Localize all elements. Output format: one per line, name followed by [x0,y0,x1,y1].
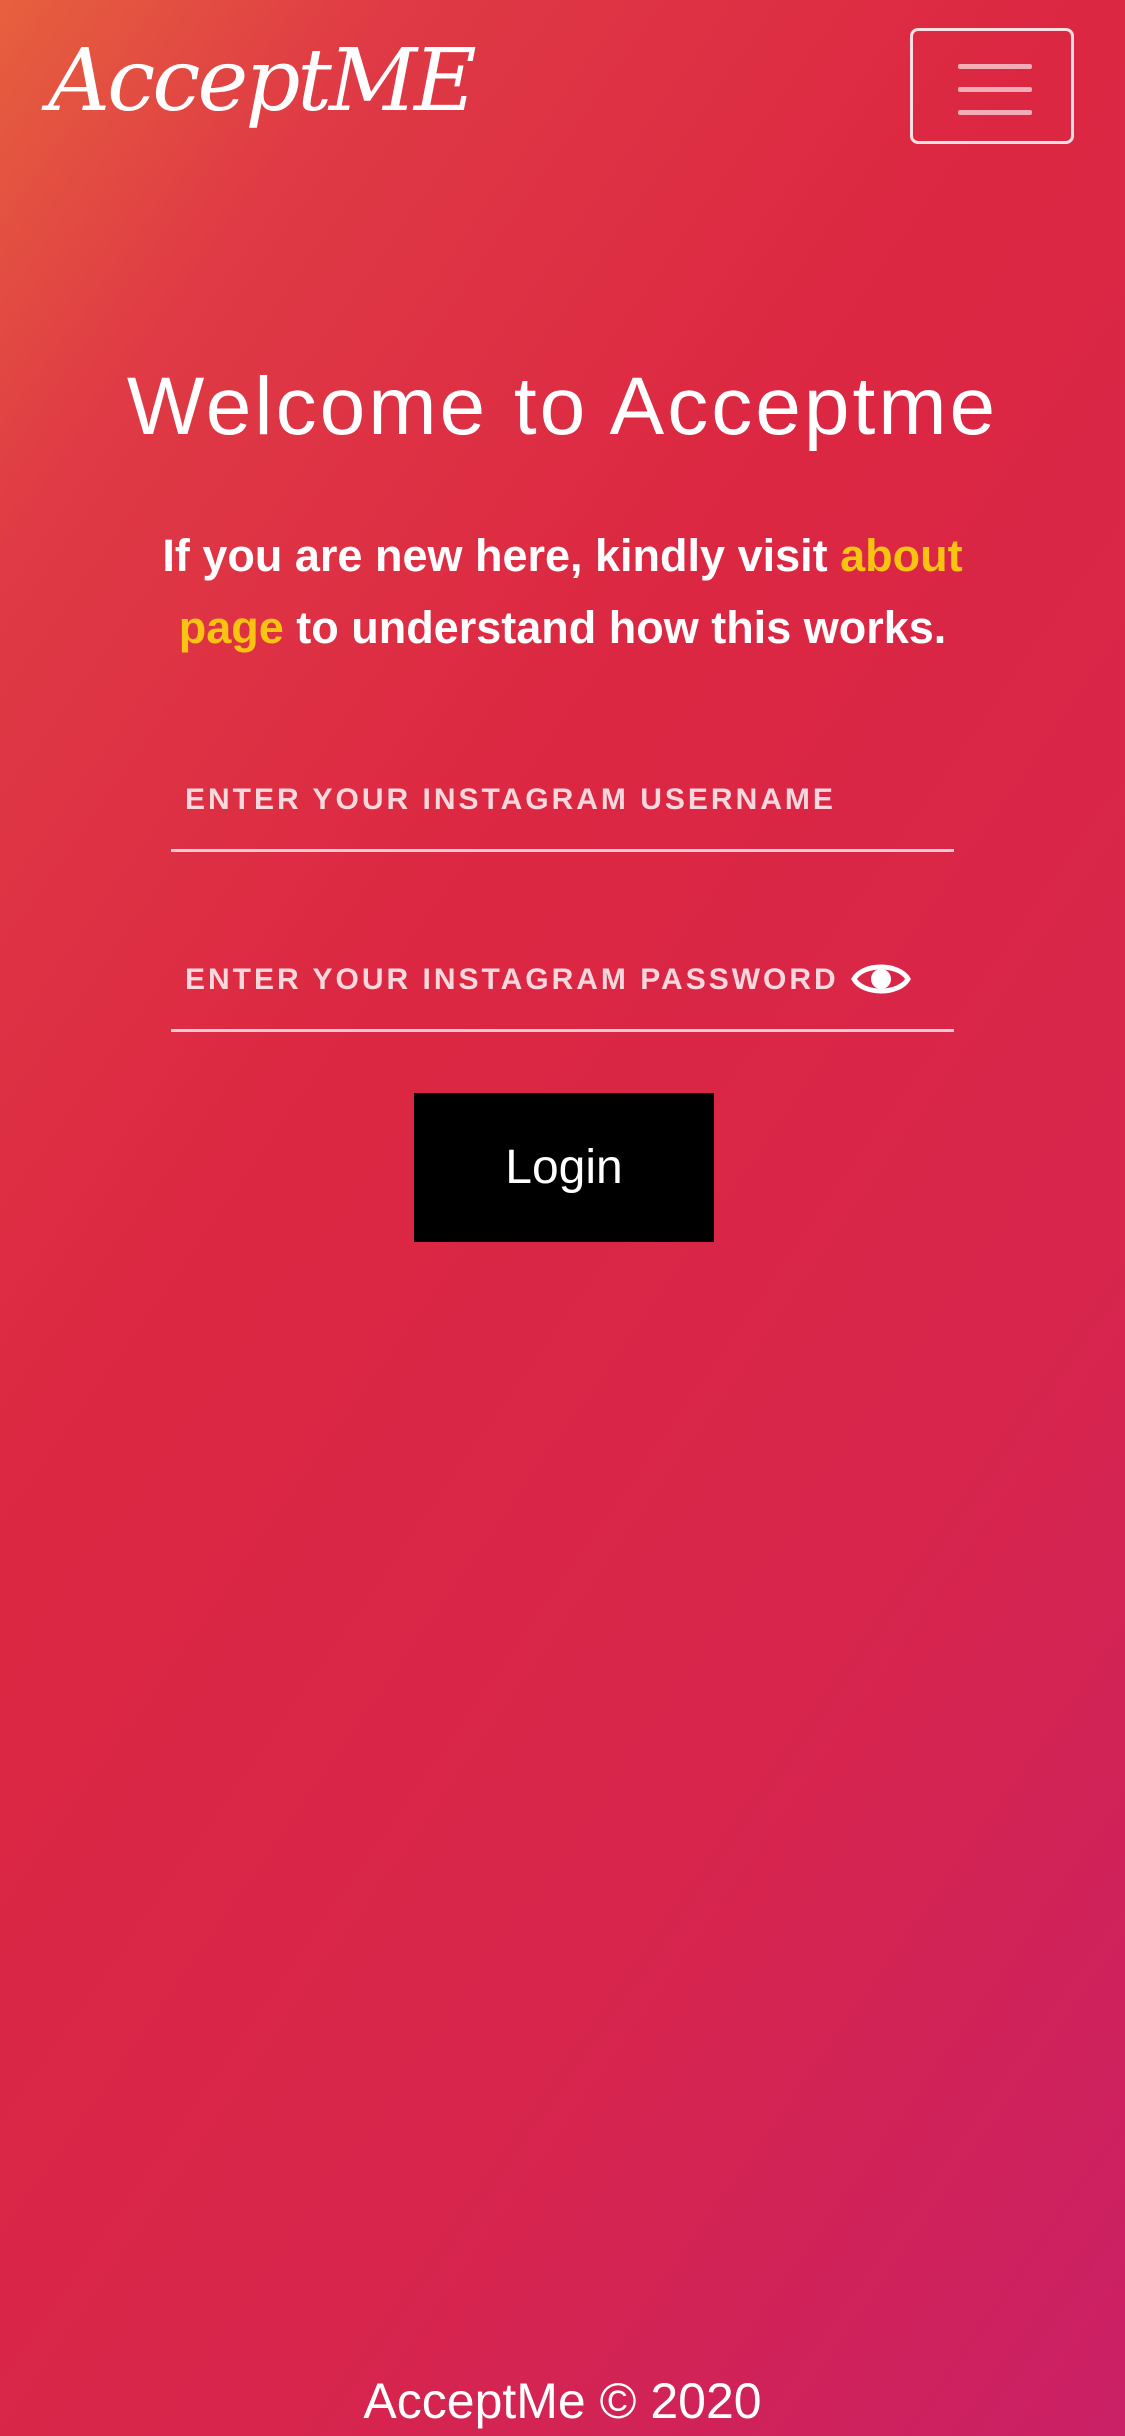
intro-text-start: If you are new here, kindly visit [162,530,841,581]
page-title: Welcome to Acceptme [126,361,999,452]
hamburger-menu-icon [958,64,1032,69]
brand-logo[interactable]: AcceptME [48,26,477,136]
eye-icon[interactable] [851,957,911,1001]
menu-toggle-button[interactable] [910,28,1074,144]
password-field [171,932,954,1032]
intro-text-end: to understand how this works. [283,602,947,653]
username-field [171,752,954,852]
username-input[interactable] [185,752,875,848]
password-input[interactable] [185,932,875,1028]
footer-copyright: AcceptMe © 2020 [363,2373,762,2429]
navbar: AcceptME [0,0,1125,175]
login-button[interactable]: Login [414,1093,714,1242]
intro-text: If you are new here, kindly visit about … [110,520,1015,664]
